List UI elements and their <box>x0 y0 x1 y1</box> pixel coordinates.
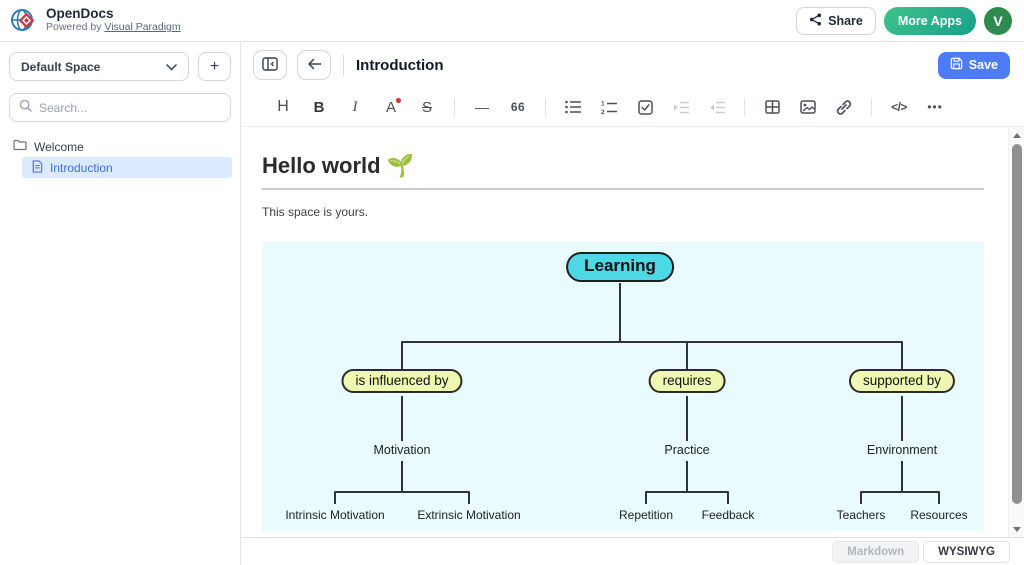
mindmap-branch-label[interactable]: Practice <box>664 443 709 457</box>
visual-paradigm-link[interactable]: Visual Paradigm <box>104 21 180 33</box>
brand: OpenDocs Powered by Visual Paradigm <box>10 7 181 35</box>
mindmap-leaf-label[interactable]: Teachers <box>837 508 886 522</box>
mindmap-connector-node[interactable]: requires <box>649 369 726 393</box>
mindmap-leaf-label[interactable]: Intrinsic Motivation <box>285 508 384 522</box>
indent-button[interactable] <box>671 95 691 119</box>
opendocs-logo-icon <box>10 7 38 35</box>
code-button[interactable]: </> <box>889 95 909 119</box>
header-actions: Share More Apps V <box>796 7 1012 35</box>
folder-icon <box>13 139 27 154</box>
search-input[interactable] <box>39 101 221 115</box>
image-button[interactable] <box>798 95 818 119</box>
divider <box>744 98 745 116</box>
italic-button[interactable]: I <box>345 95 365 119</box>
mindmap-leaf-label[interactable]: Repetition <box>619 508 673 522</box>
search-box[interactable] <box>9 93 231 122</box>
powered-by: Powered by Visual Paradigm <box>46 22 181 34</box>
outdent-button[interactable] <box>707 95 727 119</box>
opendocs-app: OpenDocs Powered by Visual Paradigm Shar… <box>0 0 1024 565</box>
horizontal-rule-button[interactable]: — <box>472 95 492 119</box>
avatar[interactable]: V <box>984 7 1012 35</box>
app-name: OpenDocs <box>46 7 181 22</box>
divider <box>454 98 455 116</box>
formatting-toolbar: H B I A S — 66 12 <box>241 88 1024 127</box>
heading-rule <box>262 188 984 190</box>
sidebar: Default Space + Welcome <box>0 42 241 565</box>
back-button[interactable] <box>297 50 331 80</box>
mindmap-connector-node[interactable]: supported by <box>849 369 955 393</box>
markdown-mode-button[interactable]: Markdown <box>832 541 919 563</box>
panel-toggle-icon <box>262 57 278 74</box>
editor-canvas[interactable]: Hello world 🌱 This space is yours. <box>241 127 1024 537</box>
strikethrough-button[interactable]: S <box>417 95 437 119</box>
mindmap-connector-node[interactable]: is influenced by <box>341 369 462 393</box>
more-options-button[interactable]: ••• <box>925 95 945 119</box>
add-space-button[interactable]: + <box>198 52 231 81</box>
numbered-list-button[interactable]: 12 <box>599 95 619 119</box>
vertical-scrollbar[interactable] <box>1008 127 1024 537</box>
tree-item-welcome[interactable]: Welcome <box>0 136 240 157</box>
color-dot-icon <box>396 98 401 103</box>
document-icon <box>31 160 43 176</box>
back-arrow-icon <box>307 58 322 73</box>
divider <box>343 54 344 76</box>
mindmap-branch-label[interactable]: Motivation <box>374 443 431 457</box>
link-button[interactable] <box>834 95 854 119</box>
tree-item-introduction[interactable]: Introduction <box>22 157 232 178</box>
divider <box>545 98 546 116</box>
divider <box>871 98 872 116</box>
share-icon <box>809 13 822 29</box>
mindmap-branch-label[interactable]: Environment <box>867 443 937 457</box>
mindmap-root-node[interactable]: Learning <box>566 252 674 282</box>
page-title: Introduction <box>356 57 443 74</box>
mindmap-leaf-label[interactable]: Feedback <box>702 508 755 522</box>
wysiwyg-mode-button[interactable]: WYSIWYG <box>923 541 1010 563</box>
svg-text:2: 2 <box>601 109 605 115</box>
bold-button[interactable]: B <box>309 95 329 119</box>
share-button[interactable]: Share <box>796 7 876 35</box>
chevron-down-icon <box>166 60 177 74</box>
table-button[interactable] <box>762 95 782 119</box>
page-tree: Welcome Introduction <box>0 136 240 178</box>
doc-heading: Hello world 🌱 <box>262 153 984 179</box>
bullet-list-button[interactable] <box>563 95 583 119</box>
toggle-sidebar-button[interactable] <box>253 50 287 80</box>
blockquote-button[interactable]: 66 <box>508 95 528 119</box>
svg-text:1: 1 <box>601 100 605 107</box>
space-selector[interactable]: Default Space <box>9 52 189 81</box>
scrollbar-thumb[interactable] <box>1012 144 1022 504</box>
doc-paragraph: This space is yours. <box>262 205 984 219</box>
brand-text: OpenDocs Powered by Visual Paradigm <box>46 7 181 33</box>
mindmap-leaf-label[interactable]: Resources <box>910 508 967 522</box>
save-icon <box>950 57 963 73</box>
scroll-down-icon[interactable] <box>1009 522 1024 536</box>
mindmap-leaf-label[interactable]: Extrinsic Motivation <box>417 508 520 522</box>
app-header: OpenDocs Powered by Visual Paradigm Shar… <box>0 0 1024 42</box>
save-button[interactable]: Save <box>938 52 1010 79</box>
more-apps-button[interactable]: More Apps <box>884 7 976 35</box>
task-list-button[interactable] <box>635 95 655 119</box>
scroll-up-icon[interactable] <box>1009 128 1024 142</box>
editor-mode-bar: Markdown WYSIWYG <box>241 537 1024 565</box>
mindmap-diagram[interactable]: Learning is influenced by requires suppo… <box>262 242 984 531</box>
search-icon <box>19 99 32 117</box>
heading-button[interactable]: H <box>273 95 293 119</box>
text-color-button[interactable]: A <box>381 95 401 119</box>
doc-header: Introduction Save <box>241 42 1024 88</box>
